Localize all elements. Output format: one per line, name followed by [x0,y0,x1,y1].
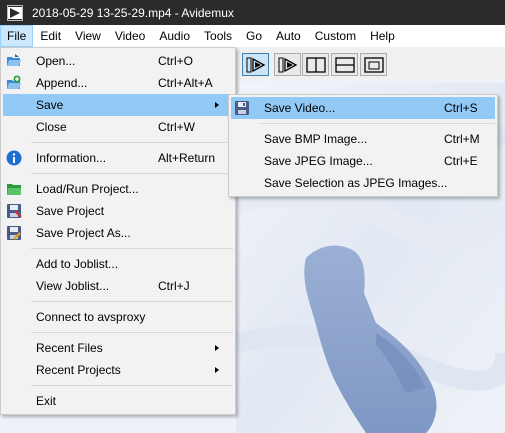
file-menu-save-project[interactable]: Save Project [3,200,233,222]
save-menu-save-selection-jpeg[interactable]: Save Selection as JPEG Images... [231,172,495,194]
file-menu-view-joblist[interactable]: View Joblist... Ctrl+J [3,275,233,297]
file-menu-open-shortcut: Ctrl+O [158,54,194,68]
toolbar [236,49,505,79]
submenu-arrow-icon [215,345,219,351]
menu-audio[interactable]: Audio [152,25,197,47]
file-menu-save[interactable]: Save [3,94,233,116]
file-menu-view-joblist-label: View Joblist... [36,279,110,293]
file-menu-append[interactable]: Append... Ctrl+Alt+A [3,72,233,94]
file-menu-exit[interactable]: Exit [3,390,233,412]
menu-auto[interactable]: Auto [269,25,308,47]
save-menu-save-jpeg[interactable]: Save JPEG Image... Ctrl+E [231,150,495,172]
file-menu-connect-avsproxy-label: Connect to avsproxy [36,310,146,324]
file-menu-load-project-label: Load/Run Project... [36,182,139,196]
file-menu-append-shortcut: Ctrl+Alt+A [158,76,213,90]
submenu-arrow-icon [215,367,219,373]
file-menu-exit-label: Exit [36,394,57,408]
horizontal-split-icon[interactable] [331,53,358,76]
file-menu-recent-files[interactable]: Recent Files [3,337,233,359]
menu-separator [259,123,495,124]
menu-view[interactable]: View [68,25,108,47]
save-menu-save-video-shortcut: Ctrl+S [444,101,478,115]
file-menu-save-label: Save [36,98,64,112]
file-menu-recent-files-label: Recent Files [36,341,103,355]
menu-go[interactable]: Go [239,25,269,47]
file-menu-close-shortcut: Ctrl+W [158,120,195,134]
window-title: 2018-05-29 13-25-29.mp4 - Avidemux [32,5,234,20]
file-menu-information-shortcut: Alt+Return [158,151,216,165]
file-menu-close-label: Close [36,120,67,134]
load-project-icon [6,181,22,197]
menu-separator [31,301,233,302]
file-menu-view-joblist-shortcut: Ctrl+J [158,279,190,293]
file-menu-load-project[interactable]: Load/Run Project... [3,178,233,200]
menu-edit[interactable]: Edit [33,25,68,47]
menu-bar: File Edit View Video Audio Tools Go Auto… [0,25,505,47]
menu-separator [31,385,233,386]
file-menu-information[interactable]: Information... Alt+Return [3,147,233,169]
save-project-icon [6,203,22,219]
save-menu-save-jpeg-shortcut: Ctrl+E [444,154,478,168]
file-menu-save-project-label: Save Project [36,204,105,218]
save-menu-save-bmp-shortcut: Ctrl+M [444,132,480,146]
menu-separator [31,248,233,249]
file-menu-save-project-as-label: Save Project As... [36,226,131,240]
file-menu-close[interactable]: Close Ctrl+W [3,116,233,138]
save-menu-save-bmp[interactable]: Save BMP Image... Ctrl+M [231,128,495,150]
append-icon [6,75,22,91]
save-menu-save-bmp-label: Save BMP Image... [264,132,368,146]
save-menu-save-jpeg-label: Save JPEG Image... [264,154,373,168]
save-project-as-icon [6,225,22,241]
save-menu-save-video[interactable]: Save Video... Ctrl+S [231,97,495,119]
play-forward-icon[interactable] [242,53,269,76]
menu-tools[interactable]: Tools [197,25,239,47]
menu-custom[interactable]: Custom [308,25,363,47]
menu-separator [31,173,233,174]
file-menu-information-label: Information... [36,151,107,165]
title-bar: 2018-05-29 13-25-29.mp4 - Avidemux [0,0,505,25]
file-menu-save-project-as[interactable]: Save Project As... [3,222,233,244]
menu-help[interactable]: Help [363,25,402,47]
menu-separator [31,142,233,143]
file-menu-connect-avsproxy[interactable]: Connect to avsproxy [3,306,233,328]
menu-separator [31,332,233,333]
submenu-arrow-icon [215,102,219,108]
info-icon [6,150,22,166]
file-menu-recent-projects[interactable]: Recent Projects [3,359,233,381]
avidemux-app-icon[interactable] [7,4,23,21]
single-view-icon[interactable] [360,53,387,76]
file-menu-open-label: Open... [36,54,76,68]
file-menu-add-joblist[interactable]: Add to Joblist... [3,253,233,275]
menu-file[interactable]: File [0,25,34,47]
file-menu-recent-projects-label: Recent Projects [36,363,121,377]
open-folder-icon [6,53,22,69]
next-frame-icon[interactable] [274,53,301,76]
floppy-icon [234,100,250,116]
file-menu-open[interactable]: Open... Ctrl+O [3,50,233,72]
save-menu-save-selection-jpeg-label: Save Selection as JPEG Images... [264,176,448,190]
file-menu-add-joblist-label: Add to Joblist... [36,257,119,271]
file-menu: Open... Ctrl+O Append... Ctrl+Alt+A Save… [0,47,236,415]
split-view-icon[interactable] [302,53,329,76]
menu-video[interactable]: Video [108,25,152,47]
save-submenu: Save Video... Ctrl+S Save BMP Image... C… [228,94,498,197]
file-menu-append-label: Append... [36,76,88,90]
save-menu-save-video-label: Save Video... [264,101,336,115]
